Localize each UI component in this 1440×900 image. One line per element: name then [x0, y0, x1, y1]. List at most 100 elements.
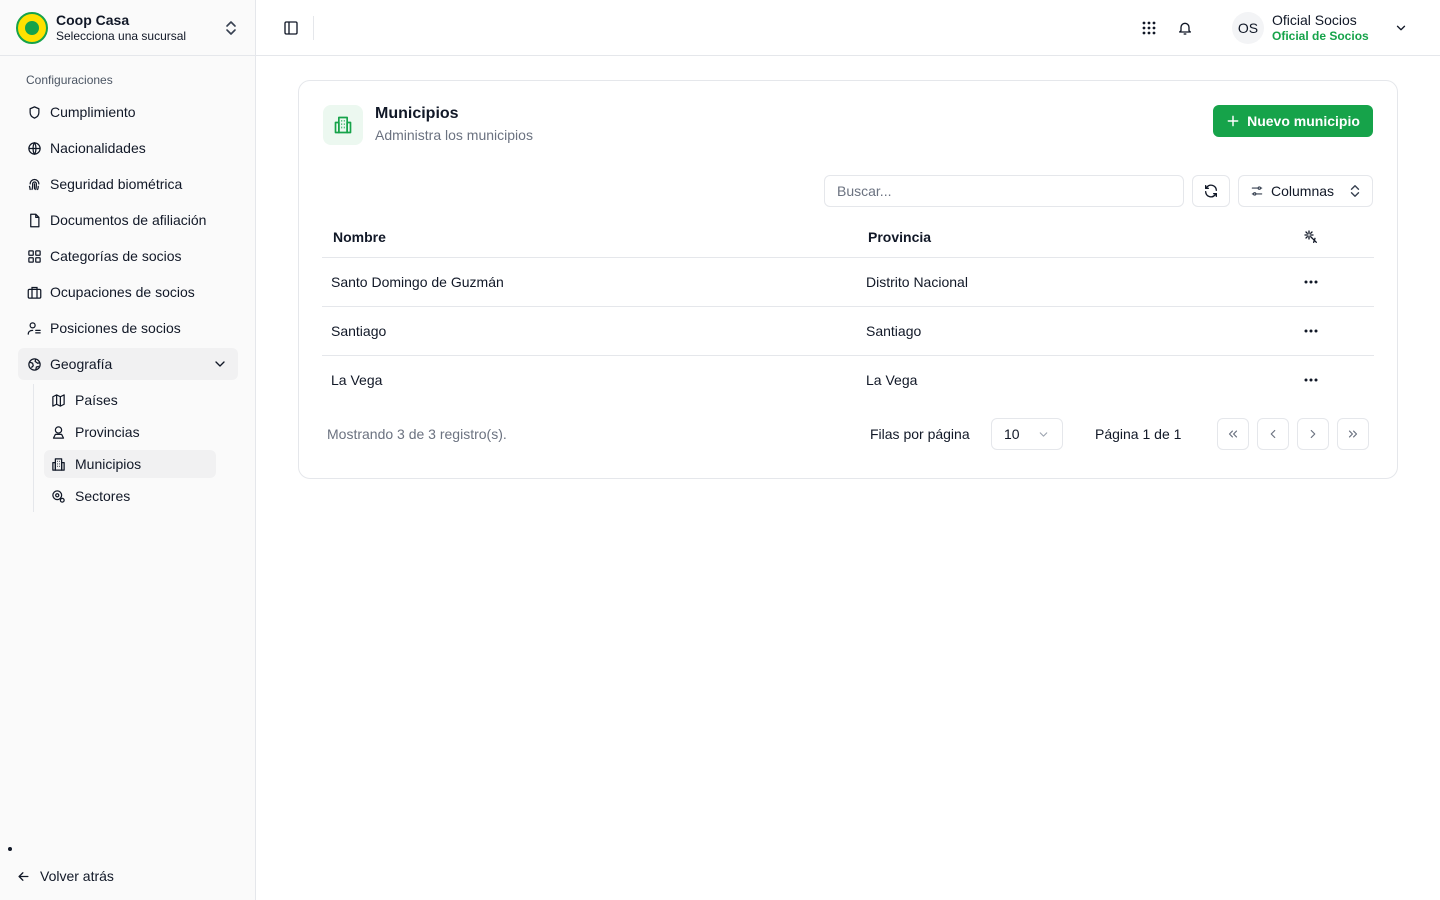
sidebar-item-label: Geografía [50, 356, 113, 372]
municipios-card: Municipios Administra los municipios Nue… [298, 80, 1398, 479]
user-role: Oficial de Socios [1272, 29, 1369, 43]
location-icon [50, 488, 66, 504]
sidebar-subitem-provincias[interactable]: Provincias [44, 418, 216, 446]
building-icon [50, 456, 66, 472]
sidebar-item-ocupaciones-socios[interactable]: Ocupaciones de socios [18, 276, 238, 308]
divider [313, 16, 314, 40]
previous-page-button[interactable] [1257, 418, 1289, 450]
arrow-left-icon [16, 868, 32, 884]
user-name: Oficial Socios [1272, 12, 1357, 28]
user-pin-icon [50, 424, 66, 440]
sidebar-item-label: Posiciones de socios [50, 320, 181, 336]
file-icon [26, 212, 42, 228]
sparkle-icon [1303, 229, 1319, 245]
earth-icon [26, 356, 42, 372]
chevron-up-down-icon [1348, 184, 1362, 198]
row-actions-button[interactable] [1303, 323, 1319, 339]
rows-per-page-label: Filas por página [870, 426, 970, 442]
sidebar-subitem-label: Países [75, 392, 118, 408]
last-page-button[interactable] [1337, 418, 1369, 450]
notifications-button[interactable] [1174, 18, 1196, 38]
sidebar-item-label: Cumplimiento [50, 104, 136, 120]
plus-icon [1226, 114, 1240, 128]
sidebar-item-label: Ocupaciones de socios [50, 284, 195, 300]
brand-subtitle: Selecciona una sucursal [56, 29, 187, 43]
back-label: Volver atrás [40, 868, 114, 884]
row-divider [322, 306, 1374, 307]
coop-logo [16, 12, 48, 44]
cell-nombre: Santiago [331, 323, 387, 339]
chevron-up-down-icon[interactable] [222, 18, 240, 38]
back-link[interactable]: Volver atrás [16, 864, 114, 888]
sidebar-subitem-label: Sectores [75, 488, 131, 504]
sidebar-item-label: Seguridad biométrica [50, 176, 183, 192]
row-divider [322, 355, 1374, 356]
grid-icon [26, 248, 42, 264]
apps-button[interactable] [1138, 18, 1160, 38]
new-municipio-button[interactable]: Nuevo municipio [1213, 105, 1373, 137]
sidebar-toggle-button[interactable] [280, 17, 302, 39]
status-dot [8, 847, 12, 851]
sidebar-subitem-sectores[interactable]: Sectores [44, 482, 216, 510]
chevron-right-icon [1310, 429, 1316, 439]
sidebar-item-documentos-afiliacion[interactable]: Documentos de afiliación [18, 204, 238, 236]
search-input[interactable] [824, 175, 1184, 207]
header-divider [322, 257, 1374, 258]
sidebar-item-nacionalidades[interactable]: Nacionalidades [18, 132, 238, 164]
refresh-icon [1205, 184, 1217, 198]
sidebar-item-categorias-socios[interactable]: Categorías de socios [18, 240, 238, 272]
columns-button[interactable]: Columnas [1238, 175, 1373, 207]
sidebar-item-cumplimiento[interactable]: Cumplimiento [18, 96, 238, 128]
column-header-nombre[interactable]: Nombre [333, 229, 386, 245]
branch-switcher[interactable]: Coop Casa Selecciona una sucursal [0, 0, 255, 56]
grid-dots-icon [1142, 21, 1156, 35]
columns-button-label: Columnas [1271, 183, 1335, 199]
records-summary: Mostrando 3 de 3 registro(s). [327, 426, 507, 442]
first-page-button[interactable] [1217, 418, 1249, 450]
avatar[interactable]: OS [1232, 12, 1264, 44]
sidebar-subitem-label: Provincias [75, 424, 140, 440]
ellipsis-icon [1304, 329, 1318, 333]
cell-nombre: La Vega [331, 372, 383, 388]
sidebar-item-posiciones-socios[interactable]: Posiciones de socios [18, 312, 238, 344]
building-icon [323, 105, 363, 145]
page-title: Municipios [375, 105, 459, 122]
section-label: Configuraciones [26, 73, 113, 87]
user-menu-chevron-icon[interactable] [1392, 19, 1410, 37]
row-actions-button[interactable] [1303, 372, 1319, 388]
brand-name: Coop Casa [56, 12, 130, 28]
sidebar-item-seguridad-biometrica[interactable]: Seguridad biométrica [18, 168, 238, 200]
page-indicator: Página 1 de 1 [1095, 426, 1182, 442]
fingerprint-icon [26, 176, 42, 192]
submenu-guide-line [33, 384, 34, 512]
cell-provincia: Distrito Nacional [866, 274, 968, 290]
sidebar-item-label: Nacionalidades [50, 140, 146, 156]
page-subtitle: Administra los municipios [375, 127, 533, 143]
chevrons-left-icon [1228, 430, 1238, 438]
shield-icon [26, 104, 42, 120]
cell-nombre: Santo Domingo de Guzmán [331, 274, 504, 290]
sidebar-item-label: Categorías de socios [50, 248, 182, 264]
new-button-label: Nuevo municipio [1247, 113, 1360, 129]
sidebar: Coop Casa Selecciona una sucursal Config… [0, 0, 256, 900]
cell-provincia: La Vega [866, 372, 918, 388]
sidebar-item-geografia[interactable]: Geografía [18, 348, 238, 380]
sidebar-subitem-paises[interactable]: Países [44, 386, 216, 414]
sidebar-subitem-municipios[interactable]: Municipios [44, 450, 216, 478]
sliders-icon [1250, 184, 1264, 198]
panel-left-icon [284, 21, 298, 35]
column-header-provincia[interactable]: Provincia [868, 229, 931, 245]
bell-icon [1179, 22, 1191, 35]
chevron-down-icon [1037, 428, 1050, 441]
rows-per-page-select[interactable]: 10 [991, 418, 1063, 450]
refresh-button[interactable] [1192, 175, 1230, 207]
map-icon [50, 392, 66, 408]
cell-provincia: Santiago [866, 323, 922, 339]
chevron-down-icon [212, 356, 228, 372]
chevrons-right-icon [1348, 430, 1358, 438]
users-icon [26, 320, 42, 336]
next-page-button[interactable] [1297, 418, 1329, 450]
globe-icon [26, 140, 42, 156]
row-actions-button[interactable] [1303, 274, 1319, 290]
topbar: OS Oficial Socios Oficial de Socios [256, 0, 1440, 56]
